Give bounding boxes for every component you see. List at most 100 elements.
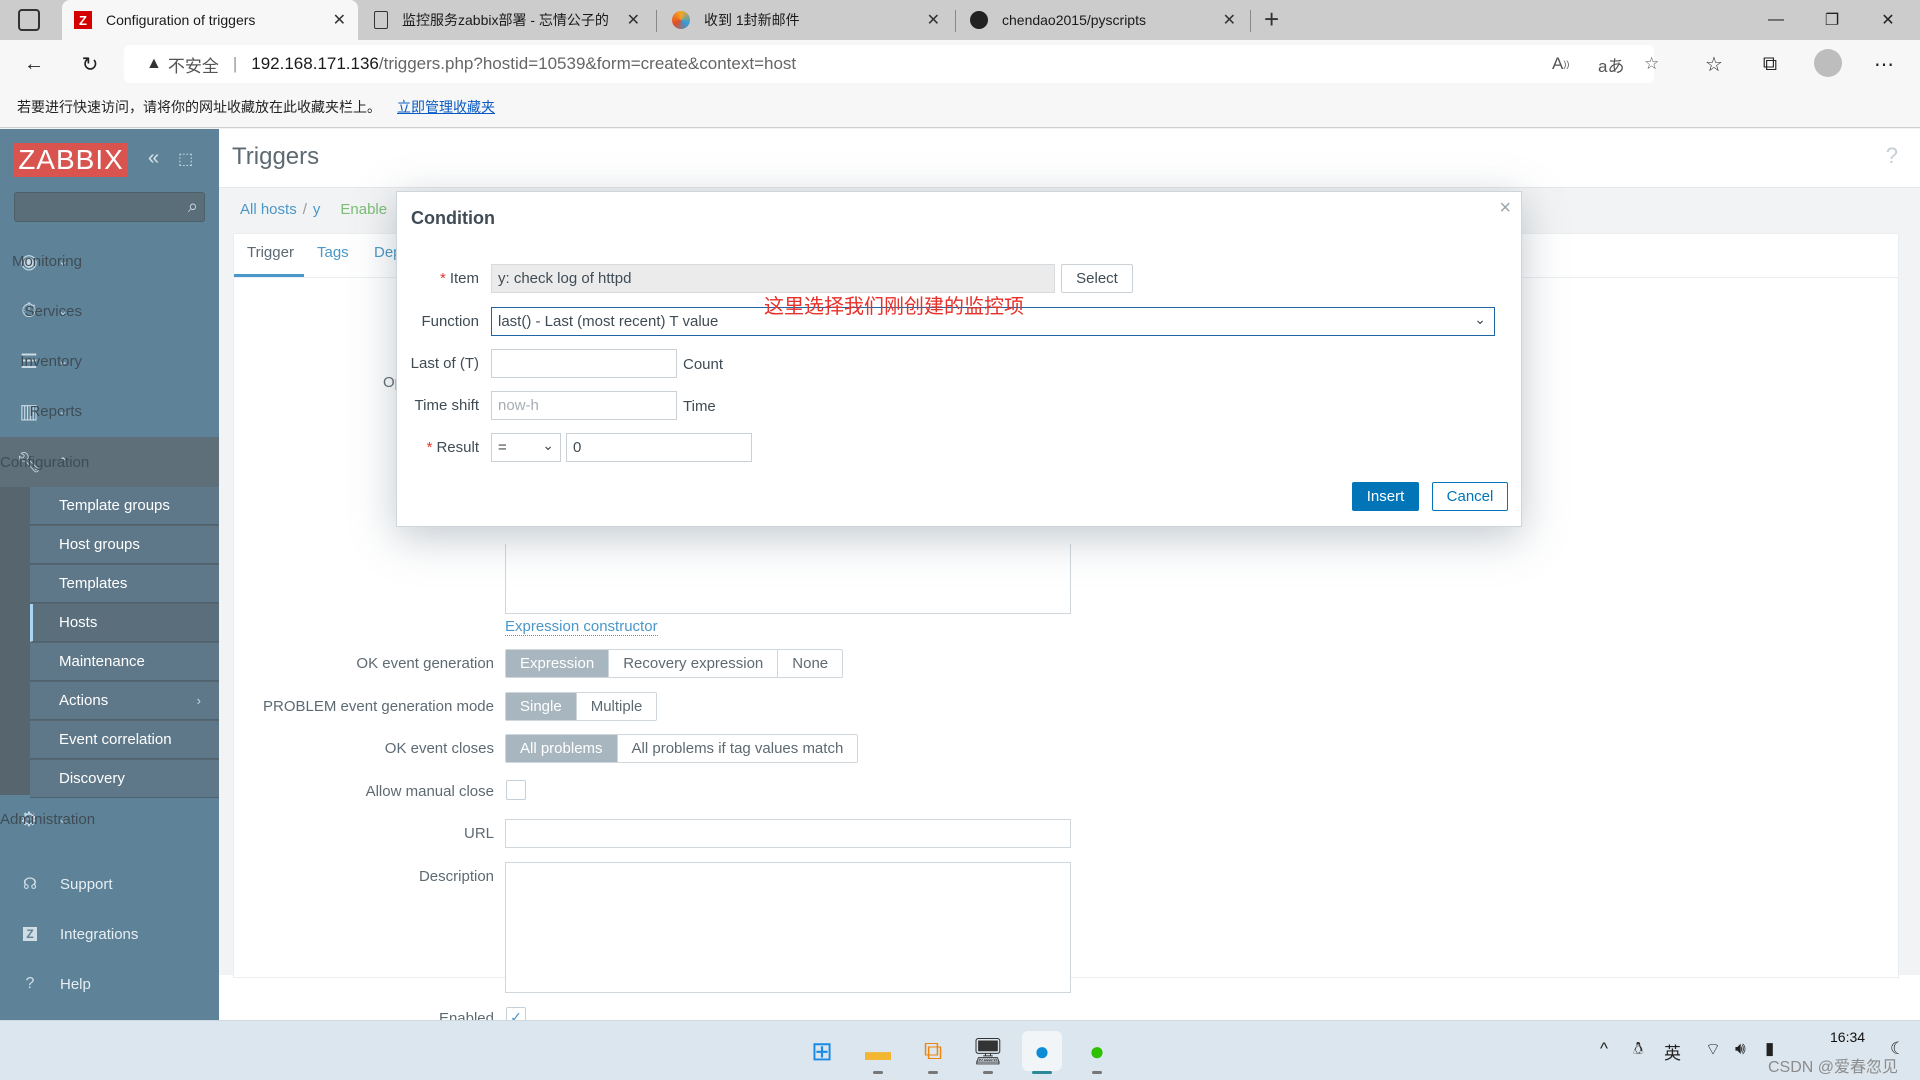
restore-button[interactable]: ❐ <box>1804 0 1860 40</box>
start-icon[interactable]: ⊞ <box>802 1031 842 1071</box>
ime-indicator[interactable]: 英 <box>1664 1039 1681 1064</box>
search-icon[interactable]: ⌕ <box>188 196 198 217</box>
chevron-down-icon: ⌄ <box>1474 311 1486 327</box>
headset-icon: ☊ <box>22 876 38 893</box>
condition-dialog: Condition × * Item y: check log of httpd … <box>396 191 1522 527</box>
menu-services[interactable]: ⏱ Services ⌄ <box>0 286 219 336</box>
breadcrumb-all-hosts[interactable]: All hosts <box>240 201 297 218</box>
close-icon[interactable]: × <box>1499 197 1511 220</box>
tab-configuration-of-triggers[interactable]: Z Configuration of triggers ✕ <box>62 0 358 40</box>
last-of-input[interactable] <box>491 349 677 378</box>
option-multiple[interactable]: Multiple <box>577 693 657 720</box>
github-icon <box>970 11 988 29</box>
notifications-icon[interactable]: ☾ <box>1890 1039 1905 1059</box>
page-title: Triggers <box>232 143 320 170</box>
minimize-button[interactable]: — <box>1748 0 1804 40</box>
collapse-sidebar-icon[interactable]: « <box>148 147 159 170</box>
browser-tab-strip: Z Configuration of triggers ✕ 监控服务zabbix… <box>0 0 1920 40</box>
show-hidden-icons[interactable]: ^ <box>1600 1039 1608 1059</box>
menu-integrations[interactable]: Z Integrations <box>0 914 219 954</box>
favorites-bar: 若要进行快速访问，请将你的网址收藏放在此收藏夹栏上。 立即管理收藏夹 <box>0 86 1920 128</box>
option-none[interactable]: None <box>778 650 842 677</box>
close-tab-icon[interactable]: ✕ <box>1223 10 1236 30</box>
problem-mode-toggle: Single Multiple <box>505 692 658 721</box>
refresh-button[interactable]: ↻ <box>74 48 106 80</box>
tab-tags[interactable]: Tags <box>317 244 349 261</box>
option-expression[interactable]: Expression <box>506 650 610 677</box>
submenu-template-groups[interactable]: Template groups <box>30 487 219 525</box>
host-status[interactable]: Enable <box>340 201 387 218</box>
clock[interactable]: 16:34 <box>1830 1029 1865 1045</box>
item-input[interactable]: y: check log of httpd <box>491 264 1055 293</box>
option-all-problems-tag-match[interactable]: All problems if tag values match <box>618 735 858 762</box>
close-tab-icon[interactable]: ✕ <box>333 10 346 30</box>
taskbar: ⊞ ▬ ⧉ 🖥︎ ● ● ^ 🐧︎ 英 ⌔ 🔊︎ ▮ 16:34 CSDN @爱… <box>0 1020 1920 1080</box>
edge-icon[interactable]: ● <box>1022 1031 1062 1071</box>
url-input[interactable] <box>505 819 1071 848</box>
help-icon[interactable]: ? <box>1886 143 1898 169</box>
window-close-button[interactable]: ✕ <box>1860 0 1916 40</box>
remote-desktop-icon[interactable]: 🖥︎ <box>968 1031 1008 1071</box>
cancel-button[interactable]: Cancel <box>1432 482 1508 511</box>
option-recovery-expression[interactable]: Recovery expression <box>609 650 779 677</box>
option-single[interactable]: Single <box>506 693 577 720</box>
file-explorer-icon[interactable]: ▬ <box>858 1031 898 1071</box>
tab-zabbix-deploy[interactable]: 监控服务zabbix部署 - 忘情公子的 ✕ <box>362 0 652 40</box>
insert-button[interactable]: Insert <box>1352 482 1419 511</box>
qq-icon[interactable]: 🐧︎ <box>1633 1039 1643 1061</box>
time-shift-input[interactable]: now-h <box>491 391 677 420</box>
watermark: CSDN @爱春忽见 <box>1768 1059 1899 1076</box>
new-tab-button[interactable]: + <box>1264 4 1279 35</box>
read-aloud-icon[interactable]: A)) <box>1552 45 1569 83</box>
vmware-icon[interactable]: ⧉ <box>913 1031 953 1071</box>
tab-mail[interactable]: 收到 1封新邮件 ✕ <box>660 0 952 40</box>
z-icon: Z <box>0 925 60 943</box>
expression-constructor-link[interactable]: Expression constructor <box>505 618 658 636</box>
select-item-button[interactable]: Select <box>1061 264 1133 293</box>
menu-help[interactable]: ? Help <box>0 964 219 1004</box>
profile-avatar[interactable] <box>1814 49 1842 77</box>
expression-textarea[interactable] <box>505 544 1071 614</box>
chevron-down-icon: ⌄ <box>542 437 554 453</box>
add-favorite-icon[interactable]: ☆ <box>1644 45 1659 83</box>
manage-favorites-link[interactable]: 立即管理收藏夹 <box>397 97 495 117</box>
submenu-host-groups[interactable]: Host groups <box>30 526 219 564</box>
result-operator-select[interactable]: = ⌄ <box>491 433 561 462</box>
breadcrumb-host[interactable]: y <box>313 201 321 218</box>
translate-icon[interactable]: aあ <box>1598 45 1624 83</box>
dialog-title: Condition <box>411 208 495 228</box>
option-all-problems[interactable]: All problems <box>506 735 618 762</box>
close-tab-icon[interactable]: ✕ <box>627 10 640 30</box>
tab-github[interactable]: chendao2015/pyscripts ✕ <box>958 0 1248 40</box>
question-icon: ? <box>25 975 35 992</box>
wifi-icon[interactable]: ⌔ <box>1705 1039 1721 1060</box>
favorites-icon[interactable]: ☆ <box>1698 48 1730 80</box>
tab-actions-icon[interactable] <box>18 9 40 31</box>
allow-manual-close-checkbox[interactable] <box>506 780 526 800</box>
submenu-templates[interactable]: Templates <box>30 565 219 603</box>
description-textarea[interactable] <box>505 862 1071 993</box>
wechat-icon[interactable]: ● <box>1077 1031 1117 1071</box>
tab-trigger[interactable]: Trigger <box>247 244 294 261</box>
menu-configuration[interactable]: 🔧︎ Configuration ⌃ <box>0 437 219 487</box>
kiosk-mode-icon[interactable]: ⬚ <box>178 149 193 169</box>
result-value-input[interactable]: 0 <box>566 433 752 462</box>
breadcrumb: All hosts / y Enable <box>240 201 388 218</box>
close-tab-icon[interactable]: ✕ <box>927 10 940 30</box>
sidebar-search-input[interactable]: ⌕ <box>14 192 205 222</box>
volume-icon[interactable]: 🔊︎ <box>1735 1039 1746 1059</box>
annotation-text: 这里选择我们刚创建的监控项 <box>764 296 1024 318</box>
warning-icon: ▲ <box>146 55 162 72</box>
menu-reports[interactable]: ▥ Reports ⌄ <box>0 386 219 436</box>
menu-inventory[interactable]: ☰ Inventory ⌄ <box>0 336 219 386</box>
ok-event-closes-toggle: All problems All problems if tag values … <box>505 734 859 763</box>
page-icon <box>374 11 388 29</box>
submenu-hosts[interactable]: Hosts <box>30 604 219 642</box>
zabbix-logo[interactable]: ZABBIX <box>14 143 128 177</box>
address-bar[interactable]: ▲ 不安全 | 192.168.171.136/triggers.php?hos… <box>124 45 1659 83</box>
menu-monitoring[interactable]: ◉ Monitoring ⌄ <box>0 236 219 286</box>
collections-icon[interactable]: ⧉ <box>1754 48 1786 80</box>
more-menu-icon[interactable]: ⋯ <box>1868 48 1900 80</box>
ok-event-generation-toggle: Expression Recovery expression None <box>505 649 844 678</box>
back-button[interactable]: ← <box>18 48 50 80</box>
